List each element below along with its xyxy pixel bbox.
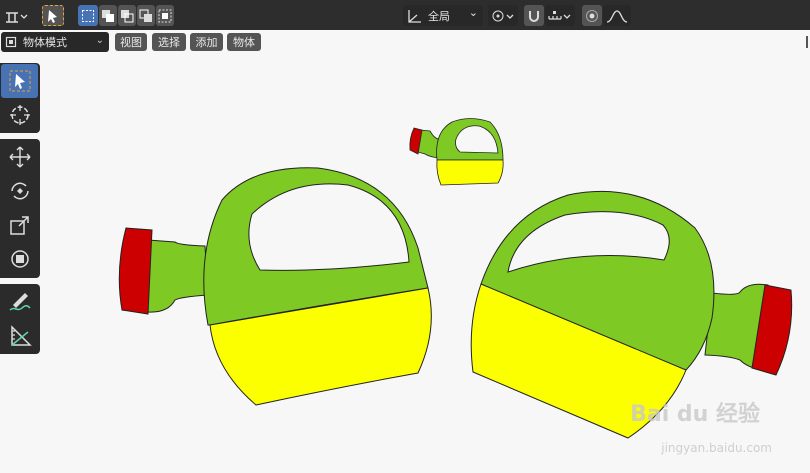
toolbar-group-transform: [0, 139, 40, 278]
cap-left: [118, 227, 153, 315]
watering-can-left[interactable]: [118, 167, 432, 406]
pivot-point-icon: [492, 10, 514, 21]
select-mode-invert[interactable]: [137, 5, 155, 26]
tool-move[interactable]: [1, 140, 38, 174]
select-subtract-icon: [121, 9, 134, 22]
move-icon: [9, 146, 30, 168]
annotate-pen-icon: [8, 293, 31, 311]
transform-orientation-selector[interactable]: 全局 ⌄: [403, 5, 483, 26]
top-header: 全局 ⌄: [0, 0, 810, 30]
select-mode-subtract[interactable]: [118, 5, 136, 26]
mode-selector[interactable]: 物体模式 ⌄: [1, 32, 109, 52]
menu-view[interactable]: 视图: [115, 33, 147, 51]
measure-ruler-icon: [10, 325, 32, 346]
pivot-point-selector[interactable]: [488, 5, 518, 26]
menu-select[interactable]: 选择: [152, 33, 186, 51]
orientation-chevron: ⌄: [468, 6, 478, 19]
watermark-brand: Bai du 经验: [630, 402, 760, 427]
cursor-arrow-icon: [48, 9, 57, 23]
spout-left: [147, 239, 209, 313]
tool-rotate[interactable]: [1, 174, 38, 208]
orientation-axis-icon: [408, 9, 421, 23]
cursor-icon: [9, 105, 30, 125]
tool-select-box[interactable]: [1, 64, 38, 98]
object-mode-icon: [5, 36, 17, 48]
scale-icon: [9, 216, 29, 235]
transform-icon: [10, 250, 29, 268]
falloff-curve-icon: [606, 9, 628, 23]
region-edge-marker: [806, 36, 808, 48]
select-mode-intersect[interactable]: [156, 5, 174, 26]
yellow-band-small: [436, 159, 504, 186]
watermark-url: jingyan.baidu.com: [661, 441, 772, 455]
select-intersect-icon: [158, 9, 172, 22]
select-mode-extend[interactable]: [99, 5, 117, 26]
mode-selector-label: 物体模式: [23, 36, 67, 49]
menu-object[interactable]: 物体: [227, 33, 261, 51]
tool-scale[interactable]: [1, 208, 38, 242]
magnet-icon: [529, 10, 539, 22]
watering-can-small[interactable]: [409, 118, 504, 186]
select-box-icon: [9, 70, 30, 92]
tool-measure[interactable]: [1, 319, 38, 353]
toolbar-group-select: [0, 63, 40, 133]
toolbar-group-annotate: [0, 284, 40, 354]
select-new-icon: [82, 9, 94, 22]
select-mode-new[interactable]: [78, 5, 98, 26]
orientation-label: 全局: [428, 9, 450, 23]
rotate-icon: [10, 182, 29, 200]
proportional-edit-icon: [586, 9, 598, 22]
select-extend-icon: [102, 9, 114, 22]
mode-selector-chevron: ⌄: [95, 35, 104, 46]
tool-cursor[interactable]: [1, 98, 38, 132]
select-tool-button[interactable]: [42, 5, 64, 26]
snap-toggle[interactable]: [524, 5, 544, 26]
editor-type-selector[interactable]: [3, 5, 31, 26]
select-invert-icon: [139, 9, 152, 22]
snap-target-selector[interactable]: [545, 5, 575, 26]
proportional-falloff-selector[interactable]: [603, 5, 631, 26]
proportional-editing-toggle[interactable]: [582, 5, 602, 26]
snap-increment-icon: [548, 10, 571, 20]
menu-add[interactable]: 添加: [190, 33, 223, 51]
tool-annotate[interactable]: [1, 285, 38, 319]
editor-type-icon: [6, 11, 28, 23]
tool-transform[interactable]: [1, 242, 38, 276]
